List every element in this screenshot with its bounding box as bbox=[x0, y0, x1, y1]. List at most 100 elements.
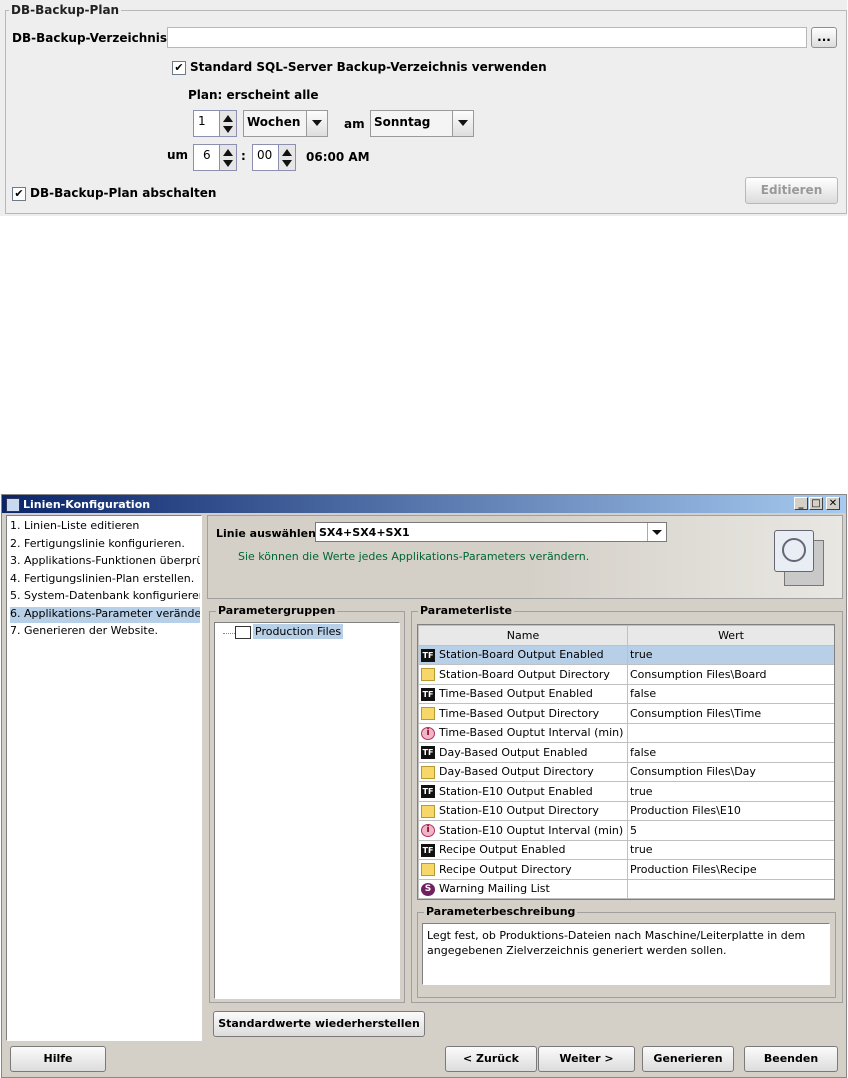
param-list-group: Parameterliste Name Wert TF Station-Board… bbox=[411, 604, 843, 1003]
param-name: Station-E10 Output Directory bbox=[439, 804, 599, 817]
table-row[interactable]: TF Recipe Output Enabled true bbox=[418, 839, 834, 860]
use-default-label: Standard SQL-Server Backup-Verzeichnis v… bbox=[190, 60, 547, 74]
param-value-cell[interactable] bbox=[627, 878, 834, 899]
table-row[interactable]: TF Station-Board Output Enabled true bbox=[418, 644, 834, 665]
tf-icon: TF bbox=[421, 843, 435, 857]
header-panel: Linie auswählen: SX4+SX4+SX1 Sie können … bbox=[207, 515, 843, 599]
param-name-cell[interactable]: i Station-E10 Ouptut Interval (min) bbox=[418, 820, 628, 841]
next-button[interactable]: Weiter > bbox=[538, 1046, 635, 1072]
generate-button[interactable]: Generieren bbox=[642, 1046, 734, 1072]
param-name-cell[interactable]: Time-Based Output Directory bbox=[418, 703, 628, 724]
interval-unit-combo[interactable]: Wochen bbox=[243, 110, 328, 137]
folder-icon bbox=[421, 668, 435, 681]
table-row[interactable]: Time-Based Output Directory Consumption F… bbox=[418, 703, 834, 724]
day-combo[interactable]: Sonntag bbox=[370, 110, 474, 137]
param-name-cell[interactable]: Station-E10 Output Directory bbox=[418, 800, 628, 821]
back-button[interactable]: < Zurück bbox=[445, 1046, 537, 1072]
param-name: Station-E10 Ouptut Interval (min) bbox=[439, 823, 624, 837]
wizard-step-item[interactable]: 4. Fertigungslinien-Plan erstellen. bbox=[10, 572, 200, 588]
chevron-down-icon[interactable] bbox=[452, 111, 473, 136]
param-value-cell[interactable]: true bbox=[627, 644, 834, 665]
wizard-step-item[interactable]: 1. Linien-Liste editieren bbox=[10, 519, 200, 535]
table-row[interactable]: Station-E10 Output Directory Production F… bbox=[418, 800, 834, 821]
minute-spinner[interactable]: 00 bbox=[252, 144, 296, 171]
param-table: Name Wert TF Station-Board Output Enabled… bbox=[418, 625, 834, 899]
param-value-cell[interactable]: true bbox=[627, 839, 834, 860]
column-header-value[interactable]: Wert bbox=[627, 625, 834, 646]
table-row[interactable]: TF Day-Based Output Enabled false bbox=[418, 742, 834, 763]
browse-button[interactable]: ... bbox=[811, 27, 837, 48]
tf-icon: TF bbox=[421, 648, 435, 662]
table-row[interactable]: TF Station-E10 Output Enabled true bbox=[418, 781, 834, 802]
time-colon: : bbox=[241, 149, 246, 163]
hour-spinner[interactable]: 6 bbox=[193, 144, 237, 171]
param-name-cell[interactable]: TF Time-Based Output Enabled bbox=[418, 683, 628, 704]
chevron-down-icon[interactable] bbox=[647, 523, 666, 541]
param-name-cell[interactable]: TF Day-Based Output Enabled bbox=[418, 742, 628, 763]
wizard-step-item[interactable]: 7. Generieren der Website. bbox=[10, 624, 200, 640]
param-name-cell[interactable]: Recipe Output Directory bbox=[418, 859, 628, 880]
interval-value: 1 bbox=[198, 114, 206, 128]
info-icon: i bbox=[421, 824, 435, 837]
column-header-name[interactable]: Name bbox=[418, 625, 628, 646]
backup-plan-legend: DB-Backup-Plan bbox=[9, 3, 122, 17]
interval-unit-value: Wochen bbox=[247, 115, 301, 129]
minimize-icon[interactable]: _ bbox=[794, 497, 808, 510]
disable-plan-checkbox[interactable]: ✔ bbox=[12, 187, 26, 201]
param-groups-legend: Parametergruppen bbox=[216, 604, 338, 617]
param-value-cell[interactable]: false bbox=[627, 742, 834, 763]
param-value-cell[interactable]: Consumption Files\Time bbox=[627, 703, 834, 724]
table-row[interactable]: S Warning Mailing List bbox=[418, 878, 834, 899]
use-default-checkbox[interactable]: ✔ bbox=[172, 61, 186, 75]
param-name-cell[interactable]: TF Recipe Output Enabled bbox=[418, 839, 628, 860]
param-name: Recipe Output Directory bbox=[439, 862, 572, 876]
table-row[interactable]: Recipe Output Directory Production Files\… bbox=[418, 859, 834, 880]
spinner-arrows-icon[interactable] bbox=[278, 145, 295, 170]
maximize-icon[interactable]: □ bbox=[809, 497, 823, 510]
restore-defaults-button[interactable]: Standardwerte wiederherstellen bbox=[213, 1011, 425, 1037]
spinner-arrows-icon[interactable] bbox=[219, 111, 236, 136]
param-name-cell[interactable]: i Time-Based Ouptut Interval (min) bbox=[418, 722, 628, 743]
backup-dir-field[interactable] bbox=[167, 27, 807, 48]
edit-button[interactable]: Editieren bbox=[745, 177, 838, 204]
param-value-cell[interactable]: false bbox=[627, 683, 834, 704]
help-button[interactable]: Hilfe bbox=[10, 1046, 106, 1072]
param-name-cell[interactable]: TF Station-Board Output Enabled bbox=[418, 644, 628, 665]
param-value-cell[interactable]: Consumption Files\Day bbox=[627, 761, 834, 782]
wizard-step-item[interactable]: 3. Applikations-Funktionen überprüf bbox=[10, 554, 200, 570]
line-select-combo[interactable]: SX4+SX4+SX1 bbox=[315, 522, 667, 542]
param-value-cell[interactable]: true bbox=[627, 781, 834, 802]
window-title: Linien-Konfiguration bbox=[23, 498, 151, 511]
param-name-cell[interactable]: TF Station-E10 Output Enabled bbox=[418, 781, 628, 802]
param-name: Station-E10 Output Enabled bbox=[439, 784, 593, 798]
param-name-cell[interactable]: Day-Based Output Directory bbox=[418, 761, 628, 782]
tree-item-production-files[interactable]: Production Files bbox=[253, 624, 344, 639]
tf-icon: TF bbox=[421, 746, 435, 759]
param-value-cell[interactable]: Production Files\Recipe bbox=[627, 859, 834, 880]
app-icon bbox=[6, 498, 20, 512]
param-name: Station-Board Output Enabled bbox=[439, 648, 604, 661]
param-value-cell[interactable]: Production Files\E10 bbox=[627, 800, 834, 821]
param-value-cell[interactable]: 5 bbox=[627, 820, 834, 841]
quit-button[interactable]: Beenden bbox=[744, 1046, 838, 1072]
table-row[interactable]: TF Time-Based Output Enabled false bbox=[418, 683, 834, 704]
param-value-cell[interactable]: Consumption Files\Board bbox=[627, 664, 834, 685]
interval-spinner[interactable]: 1 bbox=[193, 110, 237, 137]
description-text: Legt fest, ob Produktions-Dateien nach M… bbox=[422, 923, 830, 985]
table-row[interactable]: Station-Board Output Directory Consumptio… bbox=[418, 664, 834, 685]
wizard-step-item[interactable]: 2. Fertigungslinie konfigurieren. bbox=[10, 537, 200, 553]
wizard-step-item[interactable]: 5. System-Datenbank konfigurieren bbox=[10, 589, 200, 605]
param-name-cell[interactable]: S Warning Mailing List bbox=[418, 878, 628, 899]
title-bar[interactable]: Linien-Konfiguration _ □ ✕ bbox=[2, 495, 846, 513]
tf-icon: TF bbox=[421, 785, 435, 798]
chevron-down-icon[interactable] bbox=[306, 111, 327, 136]
param-value-cell[interactable] bbox=[627, 722, 834, 743]
close-icon[interactable]: ✕ bbox=[826, 497, 840, 510]
minute-value: 00 bbox=[257, 148, 273, 162]
spinner-arrows-icon[interactable] bbox=[219, 145, 236, 170]
table-row[interactable]: i Station-E10 Ouptut Interval (min) 5 bbox=[418, 820, 834, 841]
table-row[interactable]: Day-Based Output Directory Consumption Fi… bbox=[418, 761, 834, 782]
wizard-step-item[interactable]: 6. Applikations-Parameter verändern bbox=[10, 606, 200, 623]
table-row[interactable]: i Time-Based Ouptut Interval (min) bbox=[418, 722, 834, 743]
param-name-cell[interactable]: Station-Board Output Directory bbox=[418, 664, 628, 685]
